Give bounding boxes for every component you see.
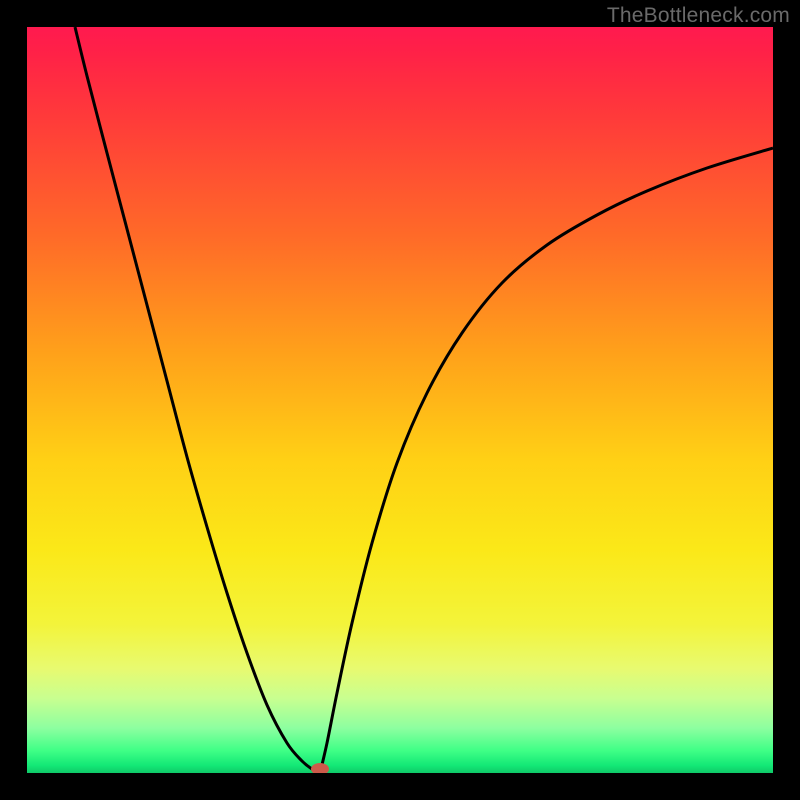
right-curve <box>320 148 773 773</box>
minimum-marker <box>311 763 329 773</box>
chart-outer-frame: TheBottleneck.com <box>0 0 800 800</box>
left-curve <box>75 27 320 773</box>
chart-plot-area <box>27 27 773 773</box>
watermark-text: TheBottleneck.com <box>607 4 790 28</box>
curve-overlay <box>27 27 773 773</box>
